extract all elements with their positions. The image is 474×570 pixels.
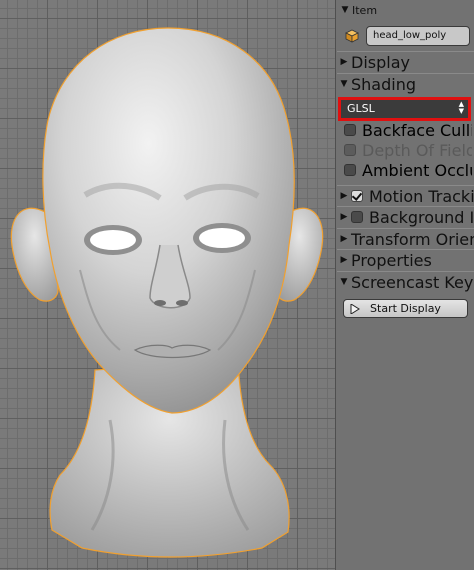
shading-mode-dropdown[interactable]: GLSL ▲ ▼ xyxy=(338,97,471,121)
properties-panel-header[interactable]: ▶ Properties xyxy=(337,249,474,270)
start-display-button[interactable]: Start Display xyxy=(343,299,468,318)
head-model[interactable] xyxy=(0,0,335,570)
object-name-input[interactable]: head_low_poly xyxy=(366,26,470,46)
object-cube-icon xyxy=(345,29,359,43)
blender-window: ▼ Item head_low_poly ▶ Display ▼ Shading… xyxy=(0,0,474,570)
background-images-panel-header[interactable]: ▶ Background Images xyxy=(337,206,474,227)
display-panel-header[interactable]: ▶ Display xyxy=(337,51,474,72)
backface-culling-option[interactable]: Backface Culling xyxy=(344,120,472,140)
shading-panel-header[interactable]: ▼ Shading xyxy=(337,73,474,94)
motion-tracking-checkbox[interactable] xyxy=(351,190,363,202)
background-images-checkbox[interactable] xyxy=(351,211,363,223)
item-panel-header[interactable]: ▼ Item xyxy=(338,0,474,20)
screencast-keys-panel-header[interactable]: ▼ Screencast Keys xyxy=(337,271,474,292)
3d-viewport[interactable] xyxy=(0,0,335,570)
shading-mode-value: GLSL xyxy=(347,102,375,115)
expanded-triangle-icon: ▼ xyxy=(341,5,349,15)
collapsed-triangle-icon: ▶ xyxy=(340,57,348,67)
collapsed-triangle-icon: ▶ xyxy=(340,191,348,201)
expanded-triangle-icon: ▼ xyxy=(340,79,348,89)
ambient-occlusion-checkbox[interactable] xyxy=(344,164,356,176)
play-icon xyxy=(350,303,360,314)
ambient-occlusion-option[interactable]: Ambient Occlusion xyxy=(344,160,472,180)
expanded-triangle-icon: ▼ xyxy=(340,277,348,287)
depth-of-field-checkbox xyxy=(344,144,356,156)
item-name-field: head_low_poly xyxy=(342,26,470,46)
transform-orientations-panel-header[interactable]: ▶ Transform Orientations xyxy=(337,228,474,249)
up-down-arrows-icon: ▲ ▼ xyxy=(458,100,464,115)
depth-of-field-option: Depth Of Field xyxy=(344,140,472,160)
backface-culling-checkbox[interactable] xyxy=(344,124,356,136)
collapsed-triangle-icon: ▶ xyxy=(340,234,348,244)
collapsed-triangle-icon: ▶ xyxy=(340,255,348,265)
motion-tracking-panel-header[interactable]: ▶ Motion Tracking xyxy=(337,185,474,206)
collapsed-triangle-icon: ▶ xyxy=(340,212,348,222)
